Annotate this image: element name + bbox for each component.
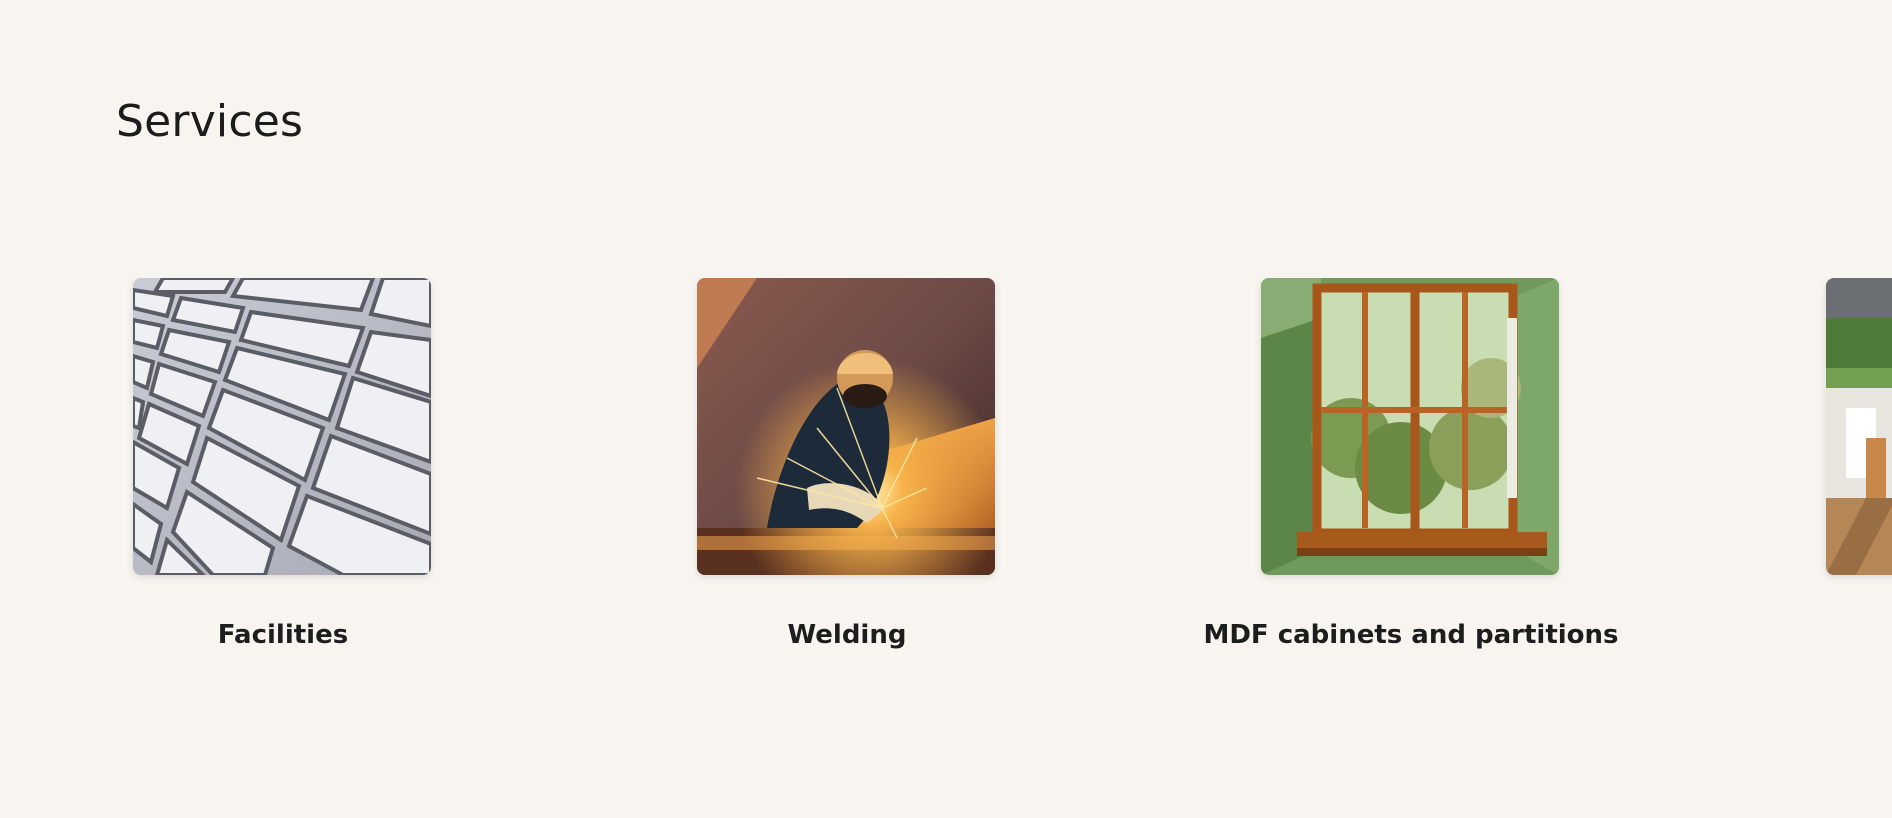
service-label[interactable]: Facilities xyxy=(53,620,513,650)
services-carousel: Facilities Welding MDF cabinets and part… xyxy=(0,278,1892,678)
welder-sparks-photo[interactable] xyxy=(697,278,995,575)
wooden-window-photo[interactable] xyxy=(1261,278,1559,575)
service-label[interactable]: Welding xyxy=(617,620,1077,650)
page-title: Services xyxy=(116,96,304,147)
service-label[interactable]: MDF cabinets and partitions xyxy=(1181,620,1641,650)
office-interior-photo[interactable] xyxy=(1826,278,1892,575)
white-brick-wall-photo[interactable] xyxy=(133,278,431,575)
